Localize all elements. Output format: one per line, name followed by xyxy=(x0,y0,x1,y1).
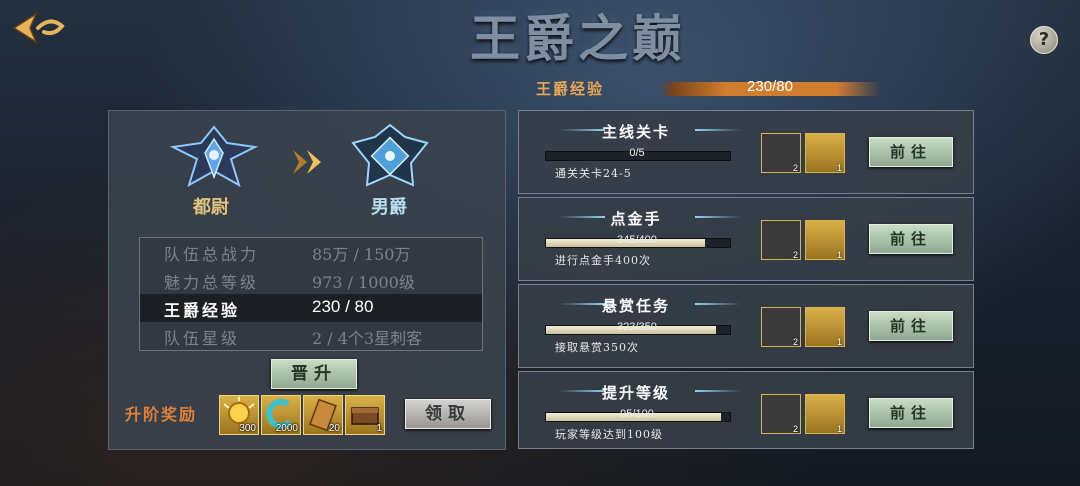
task-progress-text: 0/5 xyxy=(629,147,645,159)
requirement-row-charm: 魅力总等级 973 / 1000级 xyxy=(140,266,482,294)
reward-count: 2000 xyxy=(275,423,298,434)
requirement-row-power: 队伍总战力 85万 / 150万 xyxy=(140,238,482,266)
current-rank-emblem-icon xyxy=(169,125,259,188)
task-card-midas-touch: 点金手 345/400 进行点金手400次 2 1 前往 xyxy=(518,197,974,281)
task-description: 进行点金手400次 xyxy=(555,254,651,267)
requirement-value: 2 / 4个3星刺客 xyxy=(312,329,423,348)
task-description: 通关关卡24-5 xyxy=(555,167,632,180)
task-progress-text: 323/350 xyxy=(617,321,657,333)
help-button[interactable]: ? xyxy=(1030,26,1058,54)
rank-emblem-icon[interactable]: 1 xyxy=(805,220,845,260)
go-button[interactable]: 前往 xyxy=(869,224,953,254)
title-ornament xyxy=(695,390,741,392)
hero-silhouette-icon[interactable]: 2 xyxy=(761,133,801,173)
reward-count: 300 xyxy=(239,423,256,434)
go-button[interactable]: 前往 xyxy=(869,137,953,167)
page-title: 王爵之巅 xyxy=(470,9,686,68)
task-description: 玩家等级达到100级 xyxy=(555,428,663,441)
task-progress-text: 345/400 xyxy=(617,234,657,246)
gem-icon[interactable]: 2000 xyxy=(261,395,301,435)
task-card-main-stage: 主线关卡 0/5 通关关卡24-5 2 1 前往 xyxy=(518,110,974,194)
task-card-bounty: 悬赏任务 323/350 接取悬赏350次 2 1 前往 xyxy=(518,284,974,368)
chest-icon[interactable]: 1 xyxy=(345,395,385,435)
promotion-panel: 都尉 男爵 队伍总战力 85万 / 150万 魅力总等级 973 / 1000级… xyxy=(108,110,506,450)
requirement-row-stars: 队伍星级 2 / 4个3星刺客 xyxy=(140,322,482,350)
title-ornament xyxy=(695,303,741,305)
requirement-name: 王爵经验 xyxy=(164,301,241,320)
go-button[interactable]: 前往 xyxy=(869,398,953,428)
promotion-reward-label: 升阶奖励 xyxy=(125,405,198,424)
reward-count: 20 xyxy=(328,423,340,434)
task-description: 接取悬赏350次 xyxy=(555,341,639,354)
double-chevron-right-icon xyxy=(293,150,321,174)
scroll-icon[interactable]: 20 xyxy=(303,395,343,435)
requirement-value: 85万 / 150万 xyxy=(312,245,411,264)
task-title: 提升等级 xyxy=(601,384,670,402)
title-ornament xyxy=(695,216,741,218)
requirement-row-rank-exp: 王爵经验 230 / 80 xyxy=(140,294,482,322)
task-progress-text: 95/100 xyxy=(620,408,654,420)
task-title: 主线关卡 xyxy=(601,123,670,141)
rank-emblem-icon[interactable]: 1 xyxy=(805,394,845,434)
rank-emblem-icon[interactable]: 1 xyxy=(805,133,845,173)
rank-exp-label: 王爵经验 xyxy=(536,80,605,98)
promote-button[interactable]: 晋升 xyxy=(271,359,357,389)
go-button[interactable]: 前往 xyxy=(869,311,953,341)
requirement-value: 230 / 80 xyxy=(312,297,374,316)
current-rank-label: 都尉 xyxy=(193,197,229,218)
requirement-name: 队伍总战力 xyxy=(164,245,260,264)
next-rank-label: 男爵 xyxy=(371,197,407,218)
rank-exp-value: 230/80 xyxy=(747,78,793,95)
task-card-level-up: 提升等级 95/100 玩家等级达到100级 2 1 前往 xyxy=(518,371,974,449)
claim-button[interactable]: 领取 xyxy=(405,399,491,429)
hero-silhouette-icon[interactable]: 2 xyxy=(761,307,801,347)
requirement-value: 973 / 1000级 xyxy=(312,273,415,292)
rank-emblem-icon[interactable]: 1 xyxy=(805,307,845,347)
promotion-requirements-table: 队伍总战力 85万 / 150万 魅力总等级 973 / 1000级 王爵经验 … xyxy=(139,237,483,351)
task-title: 悬赏任务 xyxy=(601,297,670,315)
gold-coin-icon[interactable]: 300 xyxy=(219,395,259,435)
hero-silhouette-icon[interactable]: 2 xyxy=(761,220,801,260)
reward-count: 1 xyxy=(376,423,382,434)
back-arrow-icon[interactable] xyxy=(8,8,68,48)
task-title: 点金手 xyxy=(610,210,662,228)
hero-silhouette-icon[interactable]: 2 xyxy=(761,394,801,434)
requirement-name: 队伍星级 xyxy=(164,329,241,348)
requirement-name: 魅力总等级 xyxy=(164,273,260,292)
title-ornament xyxy=(695,129,741,131)
next-rank-emblem-icon xyxy=(351,123,429,187)
